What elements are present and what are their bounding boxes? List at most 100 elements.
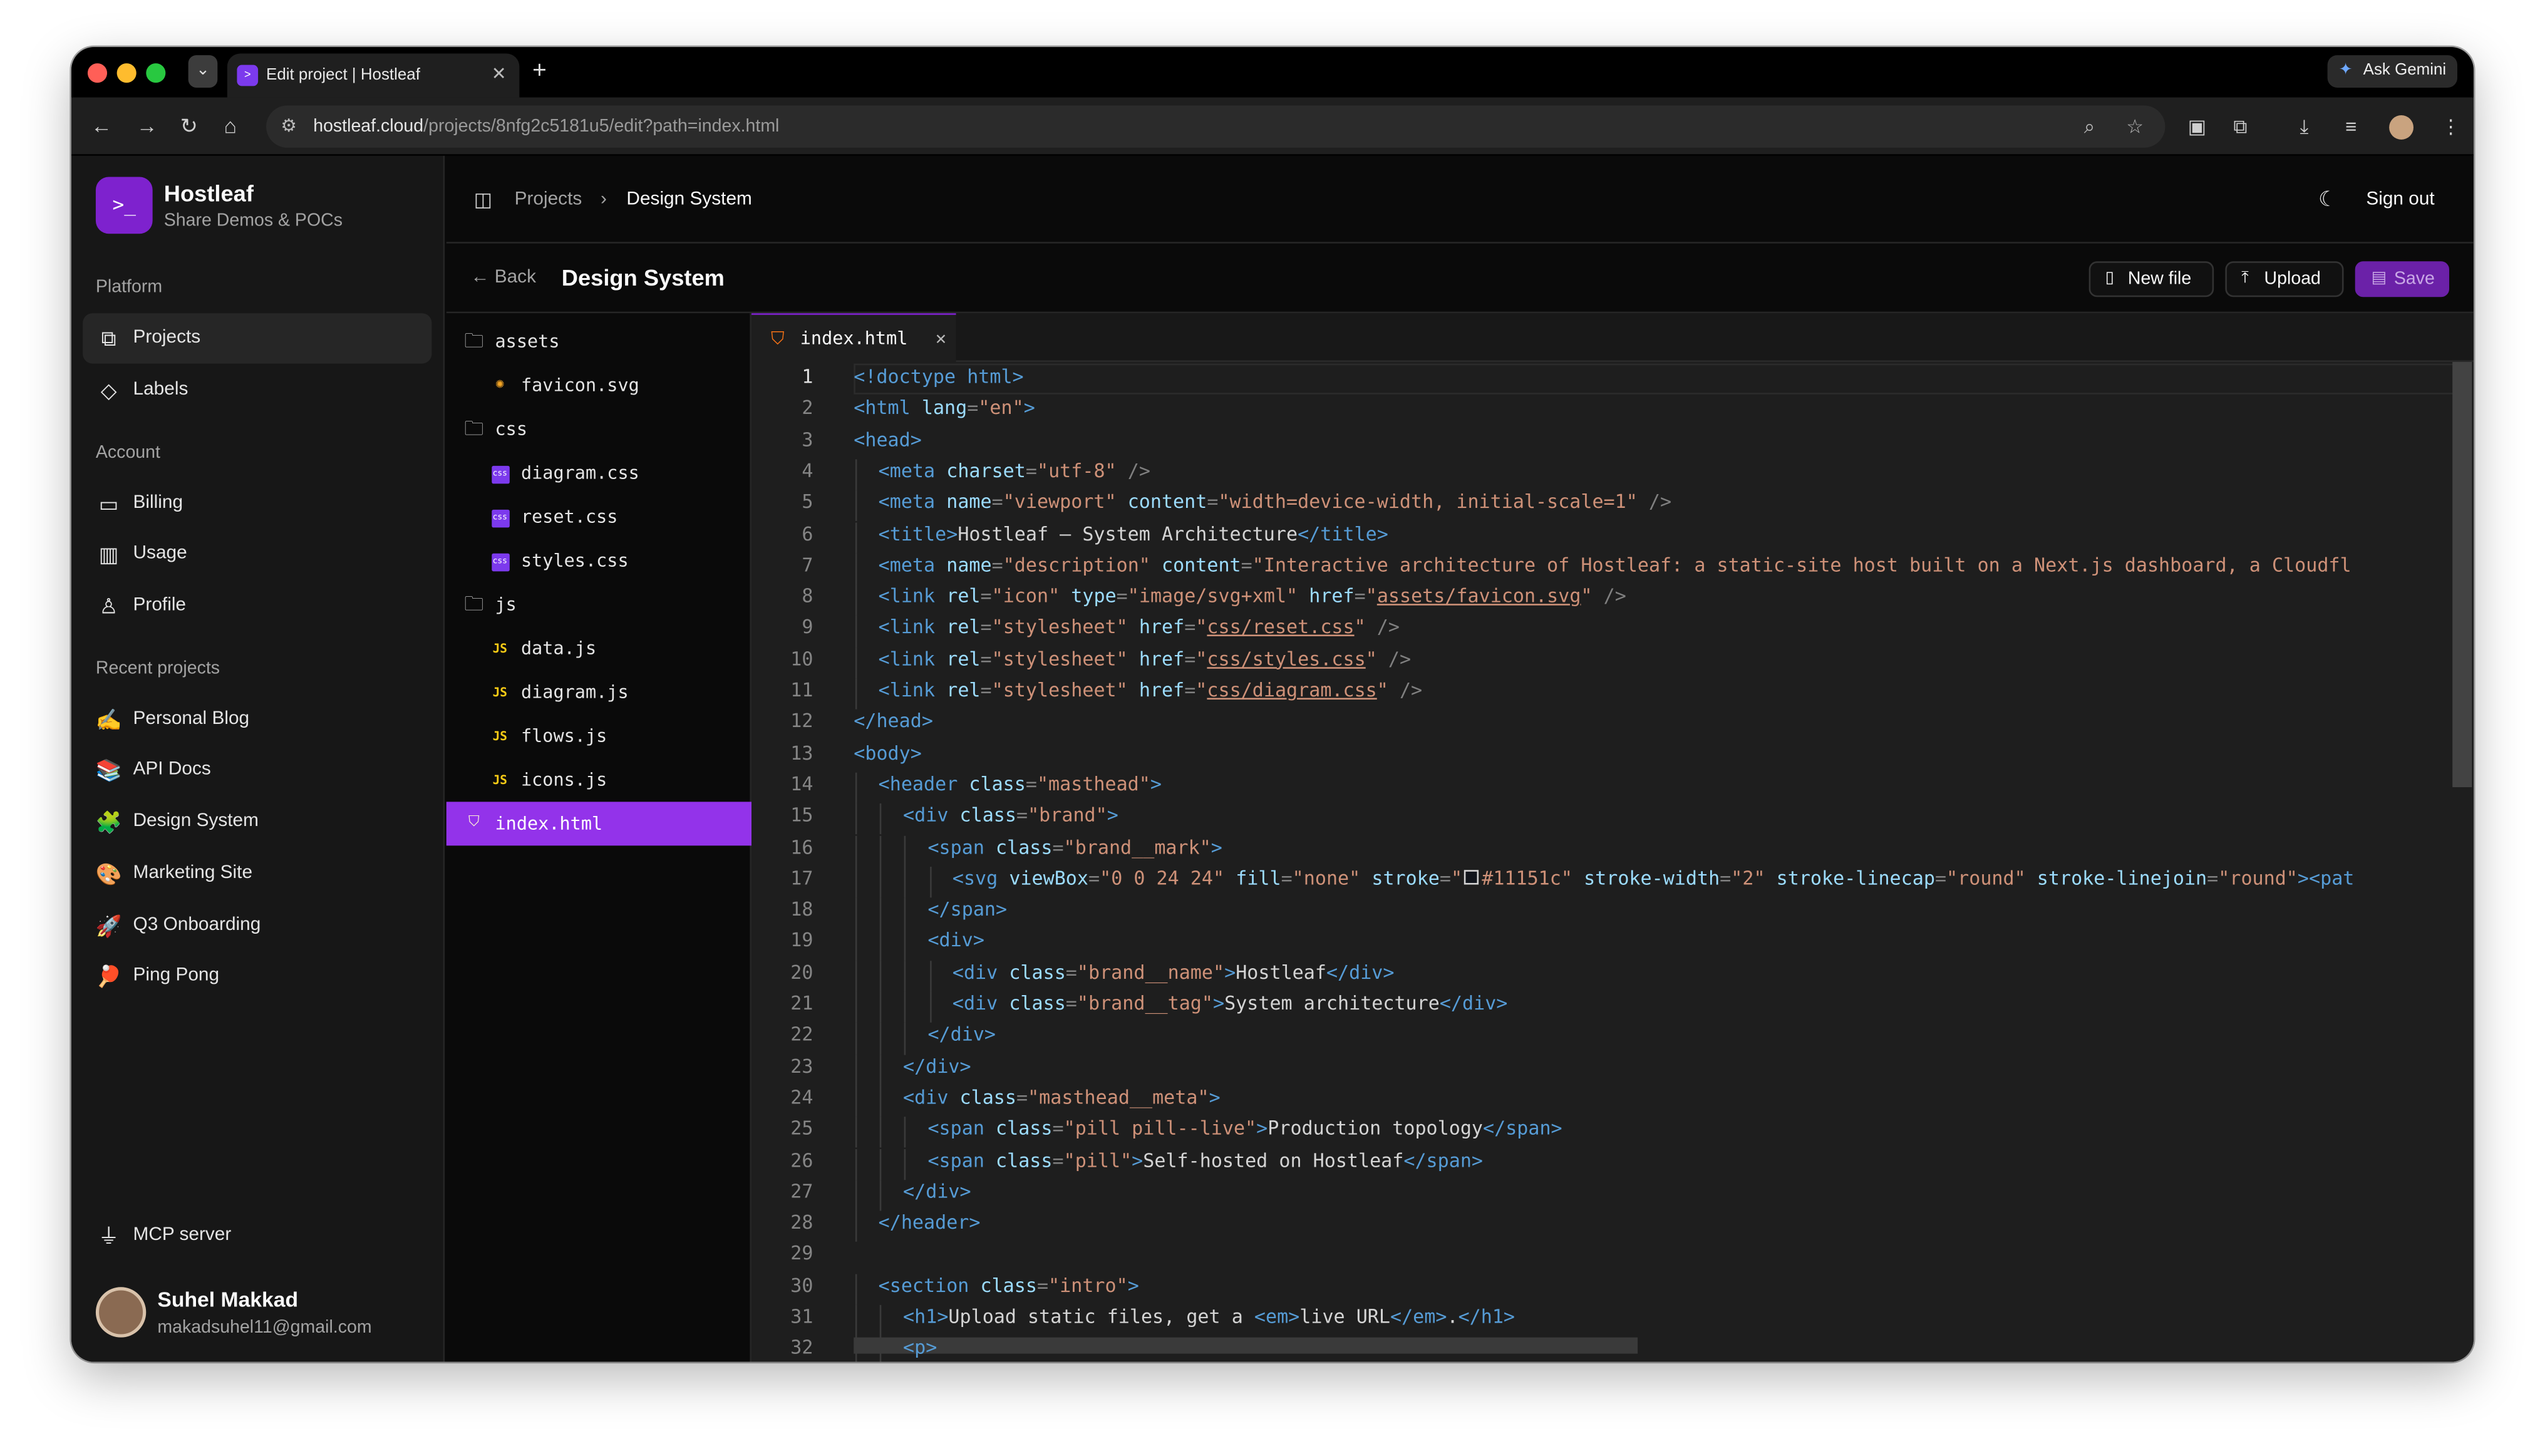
browser-tab-active[interactable]: > Edit project | Hostleaf ✕ [227,53,520,98]
breadcrumb-projects[interactable]: Projects [515,156,582,244]
close-tab-icon[interactable]: ✕ [936,315,946,362]
save-label: Save [2393,269,2435,289]
kebab-menu-icon[interactable]: ⋮ [2441,110,2460,143]
sidebar-item-usage[interactable]: ▥ Usage [83,529,431,579]
new-tab-button[interactable]: + [532,47,547,96]
brand-tagline: Share Demos & POCs [163,210,343,231]
maximize-window-button[interactable] [146,63,166,83]
back-arrow-icon[interactable]: ← [91,110,112,143]
vertical-scroll-thumb[interactable] [2452,361,2472,788]
reload-icon[interactable]: ↻ [180,110,198,143]
indent-guide [904,960,907,992]
back-button[interactable]: ← Back [471,244,536,313]
code-editor[interactable]: ⛉ index.html ✕ 1 <!doctype html> 2 <html la… [751,313,2474,1362]
file-tree-file[interactable]: JS icons.js [447,758,751,802]
minimize-window-button[interactable] [116,63,137,83]
user-avatar[interactable] [95,1287,147,1338]
close-tab-icon[interactable]: ✕ [492,54,507,98]
close-window-button[interactable] [87,63,108,83]
download-icon[interactable]: ⤓ [2300,110,2309,143]
address-bar[interactable]: ⚙ hostleaf.cloud/projects/8nfg2c5181u5/e… [266,105,2166,148]
reading-list-icon[interactable]: ≡ [2345,110,2357,143]
editor-tab-index-html[interactable]: ⛉ index.html ✕ [751,313,956,362]
indent-guide [855,1085,857,1117]
indent-guide [929,991,931,1023]
code-area[interactable]: 1 <!doctype html> 2 <html lang="en"> 3 <head>… [751,361,2474,1362]
tab-search-button[interactable]: ⌄ [188,55,218,88]
recent-project-marketing-site[interactable]: 🎨 Marketing Site [83,849,431,899]
code-line: <title>Hostleaf — System Architecture</t… [878,522,1388,545]
vertical-scrollbar[interactable] [2451,361,2474,1362]
sidebar-item-labels[interactable]: ◇ Labels [83,365,431,415]
site-info-icon[interactable]: ⚙ [281,105,297,147]
url-host: hostleaf.cloud [313,116,424,137]
sidebar-item-billing[interactable]: ▭ Billing [83,479,431,529]
code-line: <h1>Upload static files, get a <em>live … [903,1304,1515,1328]
indent-guide [929,960,931,992]
plug-icon: ⏚ [98,1224,120,1249]
puzzle-extensions-icon[interactable]: ⧉ [2233,110,2247,143]
recent-project-q3-onboarding[interactable]: 🚀 Q3 Onboarding [83,901,431,951]
sidebar-item-projects[interactable]: ⧉ Projects [83,313,432,364]
recent-project-personal-blog[interactable]: ✍ Personal Blog [83,694,431,745]
indent-guide [880,1117,882,1149]
recent-project-ping-pong[interactable]: 🏓 Ping Pong [83,951,431,1001]
sign-out-button[interactable]: Sign out [2366,156,2434,244]
file-tree-folder[interactable]: 🗀 assets [447,320,751,364]
zoom-icon[interactable]: ⌕ [2084,105,2095,147]
ask-gemini-button[interactable]: ✦ Ask Gemini [2327,55,2457,88]
code-line: </div> [903,1179,971,1202]
indent-guide [855,553,857,585]
indent-guide [880,1304,882,1336]
sidebar-item-profile[interactable]: ♙ Profile [83,581,431,631]
file-tree-folder[interactable]: 🗀 js [447,582,751,626]
indent-guide [880,866,882,898]
file-tree-label: data.js [520,638,597,659]
upload-button[interactable]: ⤒ Upload [2225,261,2344,297]
horizontal-scroll-thumb[interactable] [854,1337,1638,1354]
sidebar-item-mcp-server[interactable]: ⏚ MCP server [83,1211,431,1261]
indent-guide [880,835,882,867]
bookmark-star-icon[interactable]: ☆ [2126,105,2144,147]
extension-icon[interactable]: ▣ [2188,110,2206,143]
new-file-button[interactable]: ▯ New file [2088,261,2214,297]
indent-guide [855,678,857,710]
indent-guide [855,522,857,554]
file-tree-file[interactable]: JS diagram.js [447,670,751,714]
theme-toggle-moon-icon[interactable]: ☾ [2318,156,2337,244]
sidebar-item-label: Usage [133,544,187,564]
ping-pong-icon: 🏓 [95,964,122,989]
save-button[interactable]: ▤ Save [2355,261,2450,297]
indent-guide [855,866,857,898]
file-tree-file[interactable]: JS data.js [447,626,751,670]
file-tree-file[interactable]: css diagram.css [447,452,751,495]
line-number: 15 [790,803,813,827]
file-tree-file[interactable]: css styles.css [447,539,751,582]
upload-icon: ⤒ [2241,269,2249,287]
breadcrumb-current: Design System [626,190,752,210]
file-tree-file[interactable]: ✺ favicon.svg [447,364,751,408]
toggle-sidebar-icon[interactable]: ◫ [474,156,492,244]
user-name: Suhel Makkad [157,1287,299,1312]
color-swatch[interactable] [1464,869,1479,885]
recent-project-api-docs[interactable]: 📚 API Docs [83,745,431,795]
file-tree-file[interactable]: css reset.css [447,495,751,539]
js-file-icon: JS [492,772,507,788]
top-bar: ◫ Projects › Design System ☾ Sign out [446,156,2474,244]
indent-guide [855,929,857,961]
file-tree-folder[interactable]: 🗀 css [447,408,751,452]
line-number: 17 [790,866,813,889]
home-icon[interactable]: ⌂ [224,110,237,143]
line-number: 4 [802,459,813,482]
recent-project-label: Design System [133,811,259,832]
recent-project-design-system[interactable]: 🧩 Design System [83,797,431,847]
file-tree-label: flows.js [520,725,607,747]
profile-avatar[interactable] [2389,115,2414,140]
indent-guide [855,1117,857,1149]
file-tree-file[interactable]: ⛉ index.html [446,802,752,846]
forward-arrow-icon[interactable]: → [137,110,158,143]
file-tree-file[interactable]: JS flows.js [447,714,751,758]
code-line: <link rel="stylesheet" href="css/reset.c… [878,616,1400,639]
palette-icon: 🎨 [95,862,122,887]
css-file-icon: css [490,539,510,582]
